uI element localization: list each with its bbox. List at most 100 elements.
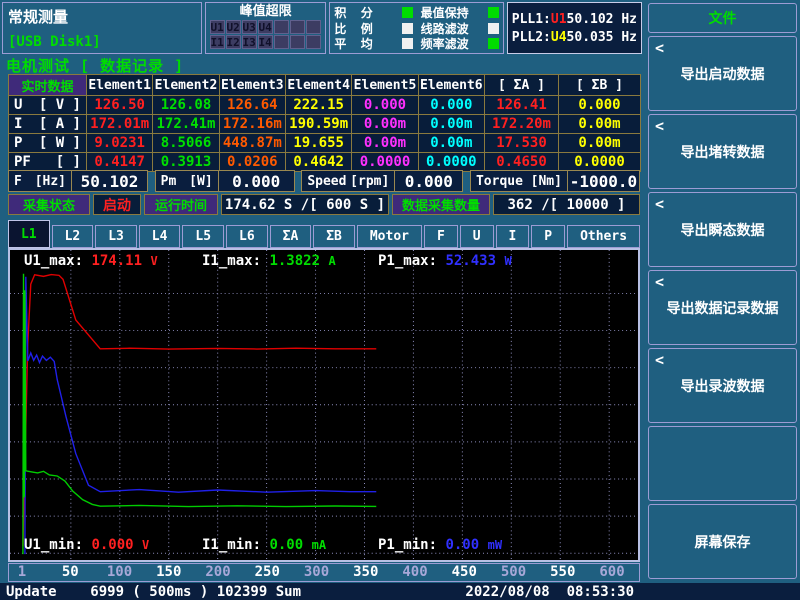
x-tick-600: 600 [599, 564, 624, 581]
row-unit: [ ] [56, 154, 81, 170]
tab-Others[interactable]: Others [567, 225, 640, 248]
pll-source: U4 [551, 30, 567, 45]
row-unit: [ V ] [39, 97, 81, 113]
legend-U1_min[interactable]: U1_min: 0.000 V [24, 537, 149, 553]
legend-I1_max[interactable]: I1_max: 1.3822 A [202, 253, 336, 269]
legend-P1_min[interactable]: P1_min: 0.00 mW [378, 537, 502, 553]
peak-row[interactable]: I1I2I3I4 [210, 35, 322, 49]
row-param-label: U[ V ] [9, 96, 87, 115]
pll-row[interactable]: PLL1:U150.102 Hz [512, 12, 637, 27]
value-cell-I1: 172.01m [87, 115, 153, 134]
usb-status: [USB Disk1] [8, 34, 196, 50]
chevron-left-icon: < [655, 195, 664, 213]
table-corner: 实时数据 [9, 75, 87, 96]
measurement-value: 0.000 [395, 170, 463, 192]
toggle-checkbox[interactable] [402, 7, 413, 18]
pll-frequency-value: 50.035 Hz [567, 30, 637, 45]
toggle-checkbox[interactable] [488, 23, 499, 34]
peak-cell [306, 35, 321, 49]
tab-U[interactable]: U [460, 225, 494, 248]
sidebar-button-导出瞬态数据[interactable]: 导出瞬态数据< [648, 192, 797, 267]
peak-cell-I2: I2 [226, 35, 241, 49]
legend-label: U1_max: [24, 253, 91, 269]
peak-cell [290, 20, 305, 34]
toggle-row[interactable]: 积 分 [334, 6, 412, 19]
measurement-group[interactable]: Torque[Nm]-1000.0 [470, 170, 640, 192]
toggle-checkbox[interactable] [488, 7, 499, 18]
value-cell-I2: 172.41m [153, 115, 219, 134]
mode-box: 常规测量 [USB Disk1] [2, 2, 202, 54]
table-col-header: [ ΣB ] [559, 75, 641, 96]
legend-P1_max[interactable]: P1_max: 52.433 W [378, 253, 512, 269]
series-P1 [25, 277, 376, 554]
tab-L6[interactable]: L6 [226, 225, 268, 248]
acq-status-label: 采集状态 [8, 194, 90, 215]
value-cell-U8: 0.000 [559, 96, 641, 115]
legend-I1_min[interactable]: I1_min: 0.00 mA [202, 537, 326, 553]
x-tick-500: 500 [501, 564, 526, 581]
toggle-checkbox[interactable] [488, 38, 499, 49]
measurement-value: 0.000 [219, 170, 295, 192]
measurement-value: -1000.0 [568, 170, 640, 192]
measurement-group[interactable]: Pm[W]0.000 [155, 170, 295, 192]
peak-cell-I3: I3 [242, 35, 257, 49]
measurement-group[interactable]: F[Hz]50.102 [8, 170, 148, 192]
pll-row[interactable]: PLL2:U450.035 Hz [512, 30, 637, 45]
value-cell-P6: 0.00m [419, 134, 485, 153]
tab-L4[interactable]: L4 [139, 225, 181, 248]
row-unit: [ W ] [39, 135, 81, 151]
table-col-header: Element5 [352, 75, 418, 96]
toggle-checkbox[interactable] [402, 38, 413, 49]
table-col-header: Element3 [220, 75, 286, 96]
acquisition-row: 采集状态 启动 运行时间 174.62 S /[ 600 S ] 数据采集数量 … [8, 194, 640, 215]
tab-I[interactable]: I [496, 225, 530, 248]
sidebar-button-导出数据记录数据[interactable]: 导出数据记录数据< [648, 270, 797, 345]
tab-L1[interactable]: L1 [8, 220, 50, 248]
sidebar-button-导出录波数据[interactable]: 导出录波数据< [648, 348, 797, 423]
tab-ΣB[interactable]: ΣB [313, 225, 355, 248]
value-cell-P3: 448.87m [220, 134, 286, 153]
page-subtitle: 电机测试 [ 数据记录 ] [6, 55, 184, 76]
toggle-row[interactable]: 平 均 [334, 37, 412, 50]
row-param-label: P[ W ] [9, 134, 87, 153]
x-tick-150: 150 [156, 564, 181, 581]
value-cell-U4: 222.15 [286, 96, 352, 115]
peak-cell-U2: U2 [226, 20, 241, 34]
tab-L3[interactable]: L3 [95, 225, 137, 248]
datetime-text: 2022/08/08 08:53:30 [465, 584, 634, 600]
peak-cell [306, 20, 321, 34]
sidebar-button-empty [648, 426, 797, 501]
tab-Motor[interactable]: Motor [357, 225, 422, 248]
sidebar-button-导出启动数据[interactable]: 导出启动数据< [648, 36, 797, 111]
peak-row[interactable]: U1U2U3U4 [210, 20, 322, 34]
toggle-row[interactable]: 最值保持 [421, 6, 499, 19]
toggle-label: 线路滤波 [421, 20, 469, 37]
legend-unit: W [504, 254, 511, 268]
chart-legend-max: U1_max: 174.11 V I1_max: 1.3822 A P1_max: … [10, 253, 638, 273]
sidebar-button-屏幕保存[interactable]: 屏幕保存 [648, 504, 797, 579]
legend-unit: V [142, 538, 149, 552]
tab-ΣA[interactable]: ΣA [270, 225, 312, 248]
pll-box: PLL1:U150.102 Hz PLL2:U450.035 Hz [507, 2, 642, 54]
peak-cell-I4: I4 [258, 35, 273, 49]
toggle-row[interactable]: 频率滤波 [421, 37, 499, 50]
toggle-checkbox[interactable] [402, 23, 413, 34]
toggle-row[interactable]: 线路滤波 [421, 22, 499, 35]
tab-F[interactable]: F [424, 225, 458, 248]
toggles-right-column: 最值保持线路滤波频率滤波 [421, 6, 499, 50]
value-cell-P1: 9.0231 [87, 134, 153, 153]
x-axis: 150100150200250300350400450500550600 [8, 563, 640, 582]
tab-L5[interactable]: L5 [182, 225, 224, 248]
tab-L2[interactable]: L2 [52, 225, 94, 248]
value-cell-P2: 8.5066 [153, 134, 219, 153]
x-tick-50: 50 [62, 564, 79, 581]
tab-P[interactable]: P [531, 225, 565, 248]
table-col-header: Element1 [87, 75, 153, 96]
legend-U1_max[interactable]: U1_max: 174.11 V [24, 253, 158, 269]
measurement-group[interactable]: Speed[rpm]0.000 [301, 170, 463, 192]
toggle-row[interactable]: 比 例 [334, 22, 412, 35]
runtime-label: 运行时间 [144, 194, 218, 215]
sidebar-button-导出堵转数据[interactable]: 导出堵转数据< [648, 114, 797, 189]
table-col-header: Element6 [419, 75, 485, 96]
measurement-unit: [rpm] [350, 174, 389, 189]
